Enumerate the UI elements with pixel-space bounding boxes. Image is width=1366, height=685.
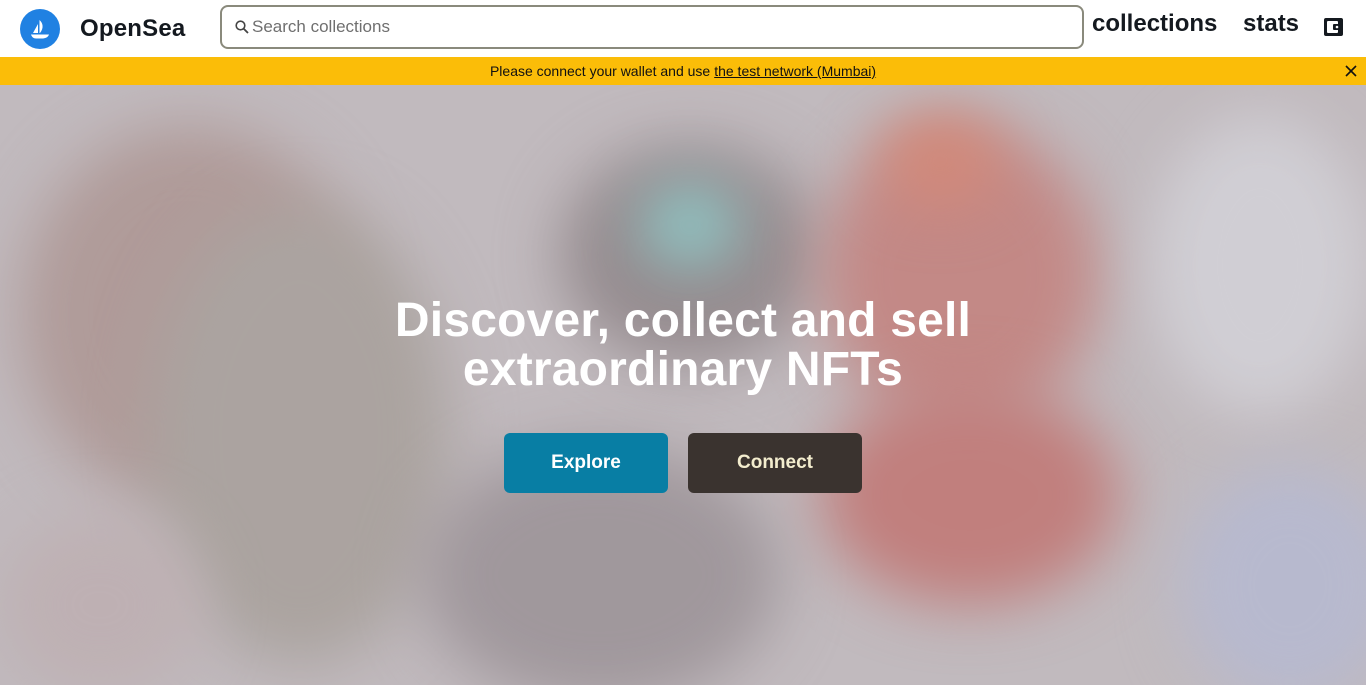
nav-stats-link[interactable]: stats <box>1243 10 1299 38</box>
connect-button[interactable]: Connect <box>688 433 862 493</box>
search-icon <box>234 19 250 35</box>
banner-text: Please connect your wallet and use <box>489 63 711 79</box>
search-bar[interactable] <box>220 5 1084 49</box>
brand-logo-link[interactable]: OpenSea <box>20 8 220 49</box>
explore-button[interactable]: Explore <box>504 433 668 493</box>
search-input[interactable] <box>252 12 1052 42</box>
wallet-icon[interactable] <box>1323 16 1345 38</box>
hero-title-line-1: Discover, collect and sell <box>394 294 972 347</box>
testnet-banner: Please connect your wallet and use the t… <box>0 57 1366 85</box>
test-network-link[interactable]: the test network (Mumbai) <box>714 63 876 79</box>
hero-section: Discover, collect and sell extraordinary… <box>0 85 1366 685</box>
opensea-logo-icon <box>20 8 60 49</box>
hero-title-line-2: extraordinary NFTs <box>462 343 904 396</box>
brand-name: OpenSea <box>80 14 186 42</box>
top-header: OpenSea collections stats <box>0 0 1366 57</box>
close-icon[interactable] <box>1342 62 1360 80</box>
nav-collections-link[interactable]: collections <box>1092 10 1217 38</box>
hero-title: Discover, collect and sell extraordinary… <box>283 296 1083 394</box>
